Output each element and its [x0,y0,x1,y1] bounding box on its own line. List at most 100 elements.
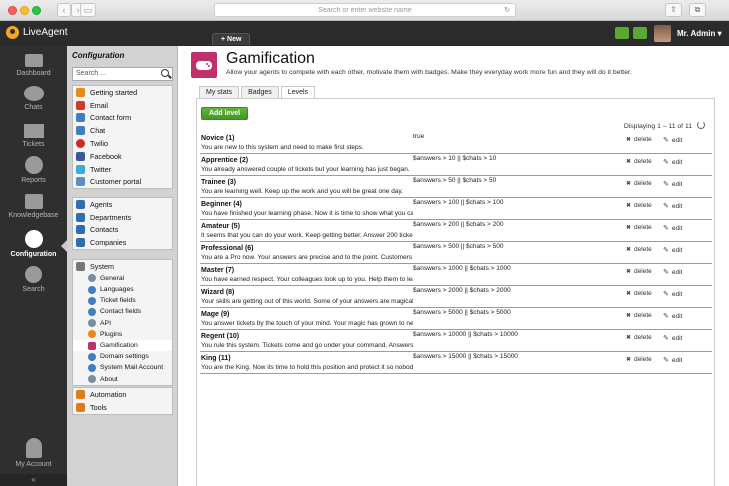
delete-button[interactable]: delete [626,136,652,143]
table-row: Professional (6) You are a Pro now. Your … [200,242,712,264]
config-subitem-languages[interactable]: Languages [73,284,172,295]
config-subitem-api[interactable]: API [73,318,172,329]
maximize-window-icon[interactable] [32,6,41,15]
new-button[interactable]: + New [212,33,251,45]
table-row: Wizard (8) Your skills are getting out of… [200,286,712,308]
level-condition: $answers > 500 || $chats > 500 [413,243,504,250]
config-item-facebook[interactable]: Facebook [73,150,172,163]
sidebar-toggle-icon[interactable]: ▭ [80,3,96,17]
chat-status-icon[interactable] [633,27,647,39]
user-menu[interactable]: Mr. Admin ▾ [677,29,722,38]
share-icon[interactable]: ⇪ [665,3,682,17]
edit-button[interactable]: edit [663,312,682,320]
table-row: Master (7) You have earned respect. Your … [200,264,712,286]
form-icon [76,113,85,123]
edit-button[interactable]: edit [663,334,682,342]
delete-button[interactable]: delete [626,224,652,231]
edit-button[interactable]: edit [663,180,682,188]
table-row: Regent (10) You rule this system. Tickets… [200,330,712,352]
config-item-system[interactable]: System [73,260,172,273]
level-name: Amateur (5) [201,223,240,230]
edit-button[interactable]: edit [663,224,682,232]
tab-my-stats[interactable]: My stats [199,86,240,98]
twitter-icon [76,164,85,174]
collapse-nav-button[interactable]: « [0,474,67,486]
edit-button[interactable]: edit [663,158,682,166]
chat-bubble-icon [23,86,44,101]
edit-button[interactable]: edit [663,136,682,144]
nav-reports[interactable]: Reports [0,156,67,184]
email-status-icon[interactable] [615,27,629,39]
address-bar[interactable]: Search or enter website name ↻ [214,3,516,17]
delete-button[interactable]: delete [626,158,652,165]
config-subitem-gamification[interactable]: Gamification [73,339,172,352]
config-title: Configuration [72,51,125,60]
browser-toolbar: ‹ › ▭ Search or enter website name ↻ ⇪ ⧉ [0,0,729,21]
config-subitem-general[interactable]: General [73,273,172,284]
config-subitem-domain-settings[interactable]: Domain settings [73,351,172,362]
avatar[interactable] [654,25,671,42]
config-item-customer-portal[interactable]: Customer portal [73,176,172,189]
close-window-icon[interactable] [8,6,17,15]
pie-chart-icon [24,156,43,174]
nav-my-account[interactable]: My Account [0,438,67,468]
config-subitem-label: Gamification [100,342,138,350]
config-item-email[interactable]: Email [73,99,172,112]
fields-icon [88,296,96,305]
config-item-getting-started[interactable]: Getting started [73,86,172,99]
nav-search[interactable]: Search [0,266,67,293]
config-subitem-contact-fields[interactable]: Contact fields [73,306,172,317]
search-icon[interactable] [161,69,169,77]
minimize-window-icon[interactable] [20,6,29,15]
delete-button[interactable]: delete [626,290,652,297]
config-item-contact-form[interactable]: Contact form [73,112,172,125]
nav-tickets[interactable]: Tickets [0,124,67,148]
config-item-automation[interactable]: Automation [73,388,172,401]
config-item-agents[interactable]: Agents [73,198,172,211]
facebook-icon [76,151,85,161]
edit-button[interactable]: edit [663,268,682,276]
refresh-icon[interactable] [697,121,705,129]
edit-button[interactable]: edit [663,290,682,298]
edit-button[interactable]: edit [663,246,682,254]
config-item-tools[interactable]: Tools [73,401,172,414]
nav-dashboard[interactable]: Dashboard [0,54,67,77]
config-subitem-plugins[interactable]: Plugins [73,329,172,340]
config-item-label: Departments [90,212,132,222]
config-search-input[interactable]: Search ... [72,67,173,81]
nav-configuration[interactable]: Configuration [0,230,67,258]
config-item-contacts[interactable]: Contacts [73,224,172,237]
delete-button[interactable]: delete [626,356,652,363]
config-item-chat[interactable]: Chat [73,124,172,137]
delete-button[interactable]: delete [626,202,652,209]
main-content: Gamification Allow your agents to compet… [178,46,729,486]
delete-button[interactable]: delete [626,334,652,341]
tabs-overview-icon[interactable]: ⧉ [689,3,706,17]
add-level-button[interactable]: Add level [201,107,248,120]
delete-button[interactable]: delete [626,246,652,253]
config-subitem-system-mail-account[interactable]: System Mail Account [73,362,172,373]
config-item-twilio[interactable]: Twilio [73,137,172,150]
tab-badges[interactable]: Badges [241,86,279,98]
configuration-sidebar: Configuration Search ... Getting started… [67,46,178,486]
automation-icon [76,389,85,399]
delete-button[interactable]: delete [626,180,652,187]
back-icon[interactable]: ‹ [57,3,71,17]
config-subitem-label: API [100,319,111,327]
config-item-companies[interactable]: Companies [73,236,172,249]
edit-button[interactable]: edit [663,202,682,210]
delete-button[interactable]: delete [626,268,652,275]
reload-icon[interactable]: ↻ [504,4,510,17]
nav-knowledgebase[interactable]: Knowledgebase [0,194,67,219]
edit-button[interactable]: edit [663,356,682,364]
nav-knowledgebase-label: Knowledgebase [8,212,59,219]
nav-chats[interactable]: Chats [0,86,67,111]
table-row: Amateur (5) It seems that you can do your… [200,220,712,242]
departments-icon [76,212,85,222]
level-condition: $answers > 200 || $chats > 200 [413,221,504,228]
delete-button[interactable]: delete [626,312,652,319]
config-subitem-ticket-fields[interactable]: Ticket fields [73,295,172,306]
config-item-departments[interactable]: Departments [73,211,172,224]
config-item-twitter[interactable]: Twitter [73,163,172,176]
config-subitem-about[interactable]: About [73,373,172,384]
